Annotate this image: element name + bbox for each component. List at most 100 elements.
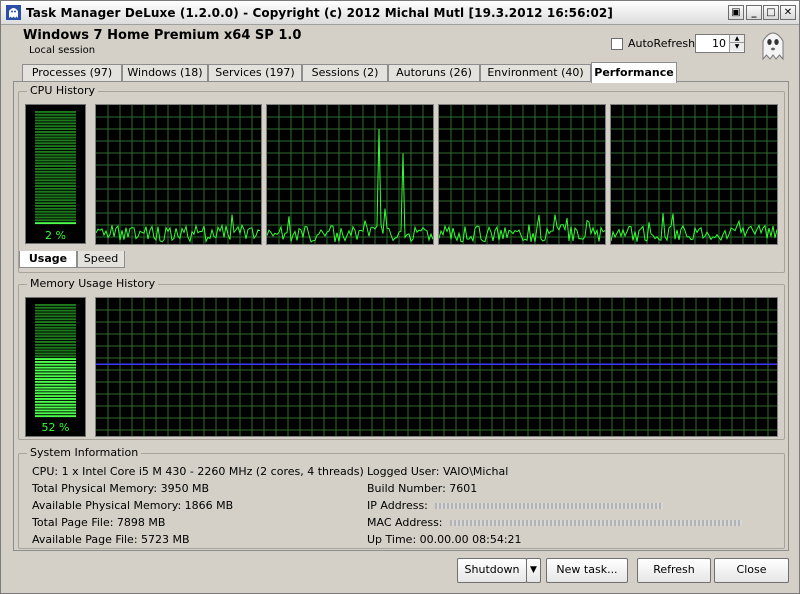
meter-segment xyxy=(35,346,76,349)
title-bar[interactable]: Task Manager DeLuxe (1.2.0.0) - Copyrigh… xyxy=(1,1,799,25)
memory-usage-label: 52 % xyxy=(41,421,70,434)
refresh-interval-stepper[interactable]: 10 ▲ ▼ xyxy=(695,34,745,53)
meter-segment xyxy=(35,335,76,338)
meter-segment xyxy=(35,145,76,148)
cpu-core-2-plot xyxy=(266,105,434,244)
meter-segment xyxy=(35,202,76,205)
info-available-physical-memory: Available Physical Memory: 1866 MB xyxy=(32,499,234,512)
info-up-time: Up Time: 00.00.00 08:54:21 xyxy=(367,533,522,546)
meter-segment xyxy=(35,306,76,309)
tab-sessions[interactable]: Sessions (2) xyxy=(302,64,388,82)
meter-segment-lit xyxy=(35,222,76,225)
info-total-page-file: Total Page File: 7898 MB xyxy=(32,516,166,529)
autorefresh-checkbox[interactable] xyxy=(611,37,623,50)
meter-segment xyxy=(35,196,76,199)
meter-segment xyxy=(35,343,76,346)
meter-segment xyxy=(35,133,76,136)
tab-processes[interactable]: Processes (97) xyxy=(22,64,122,82)
info-mac-address: MAC Address: xyxy=(367,516,743,529)
meter-segment-lit xyxy=(35,392,76,395)
shutdown-button[interactable]: Shutdown xyxy=(457,558,527,583)
info-cpu: CPU: 1 x Intel Core i5 M 430 - 2260 MHz … xyxy=(32,465,364,478)
meter-segment-lit xyxy=(35,412,76,415)
meter-segment xyxy=(35,193,76,196)
meter-segment xyxy=(35,168,76,170)
meter-segment xyxy=(35,113,76,116)
session-label: Local session xyxy=(29,45,96,56)
meter-segment xyxy=(35,190,76,193)
meter-segment xyxy=(35,122,76,125)
new-task-button[interactable]: New task... xyxy=(546,558,628,583)
meter-segment xyxy=(35,352,76,355)
tab-environment[interactable]: Environment (40) xyxy=(480,64,591,82)
meter-segment xyxy=(35,205,76,207)
meter-segment-lit xyxy=(35,378,76,380)
meter-segment xyxy=(35,304,76,306)
close-icon[interactable]: ✕ xyxy=(780,5,796,20)
meter-segment-lit xyxy=(35,366,76,369)
meter-segment xyxy=(35,165,76,167)
meter-segment xyxy=(35,173,76,176)
tab-autoruns[interactable]: Autoruns (26) xyxy=(388,64,480,82)
meter-segment-lit xyxy=(35,383,76,386)
cpu-core-3-graph xyxy=(438,104,606,245)
info-total-physical-memory: Total Physical Memory: 3950 MB xyxy=(32,482,210,495)
meter-segment xyxy=(35,148,76,150)
minimize-icon[interactable]: _ xyxy=(746,5,762,20)
ghost-icon[interactable] xyxy=(760,29,786,61)
spin-down-icon[interactable]: ▼ xyxy=(730,43,744,51)
tab-services[interactable]: Services (197) xyxy=(208,64,302,82)
meter-segment xyxy=(35,315,76,318)
meter-segment-lit xyxy=(35,369,76,372)
cpu-core-3-plot xyxy=(438,105,606,244)
cpu-core-1-plot xyxy=(95,105,261,244)
cpu-core-4-graph xyxy=(610,104,778,245)
meter-segment xyxy=(35,185,76,187)
shutdown-dropdown-icon[interactable]: ▼ xyxy=(526,558,541,583)
meter-segment xyxy=(35,119,76,122)
cpu-usage-line xyxy=(95,214,261,244)
tab-windows[interactable]: Windows (18) xyxy=(122,64,208,82)
meter-segment-lit xyxy=(35,406,76,409)
app-ghost-icon xyxy=(6,5,21,20)
meter-segment xyxy=(35,309,76,312)
subtab-speed[interactable]: Speed xyxy=(77,251,125,268)
meter-segment xyxy=(35,125,76,128)
mac-address-label: MAC Address: xyxy=(367,516,443,529)
tab-performance[interactable]: Performance xyxy=(591,62,677,83)
meter-segment xyxy=(35,176,76,179)
close-button[interactable]: Close xyxy=(714,558,789,583)
memory-history-plot xyxy=(96,298,777,436)
spin-up-icon[interactable]: ▲ xyxy=(730,35,744,43)
meter-segment xyxy=(35,159,76,162)
cpu-usage-label: 2 % xyxy=(45,229,66,242)
cpu-core-4-plot xyxy=(610,105,778,244)
meter-segment-lit xyxy=(35,386,76,389)
os-version: Windows 7 Home Premium x64 SP 1.0 xyxy=(23,28,302,43)
refresh-button[interactable]: Refresh xyxy=(637,558,711,583)
meter-segment xyxy=(35,216,76,219)
meter-segment-lit xyxy=(35,358,76,360)
autorefresh-toggle[interactable]: AutoRefresh xyxy=(611,37,695,50)
meter-segment xyxy=(35,199,76,202)
subtab-usage[interactable]: Usage xyxy=(19,251,77,268)
refresh-interval-value[interactable]: 10 xyxy=(712,37,726,50)
autorefresh-label: AutoRefresh xyxy=(628,37,696,50)
info-ip-address: IP Address: xyxy=(367,499,664,512)
maximize-icon[interactable]: □ xyxy=(763,5,779,20)
meter-segment xyxy=(35,179,76,182)
meter-segment xyxy=(35,139,76,142)
meter-segment-lit xyxy=(35,389,76,392)
meter-segment xyxy=(35,355,76,358)
meter-segment-lit xyxy=(35,409,76,412)
meter-segment-lit xyxy=(35,380,76,383)
info-logged-user: Logged User: VAIO\Michal xyxy=(367,465,509,478)
memory-meter-bars xyxy=(35,304,76,418)
meter-segment xyxy=(35,332,76,335)
meter-segment xyxy=(35,111,76,113)
meter-segment xyxy=(35,207,76,210)
screenshot-icon[interactable]: ▣ xyxy=(728,5,744,20)
meter-segment-lit xyxy=(35,415,76,418)
meter-segment xyxy=(35,182,76,185)
memory-history-label: Memory Usage History xyxy=(27,277,159,290)
